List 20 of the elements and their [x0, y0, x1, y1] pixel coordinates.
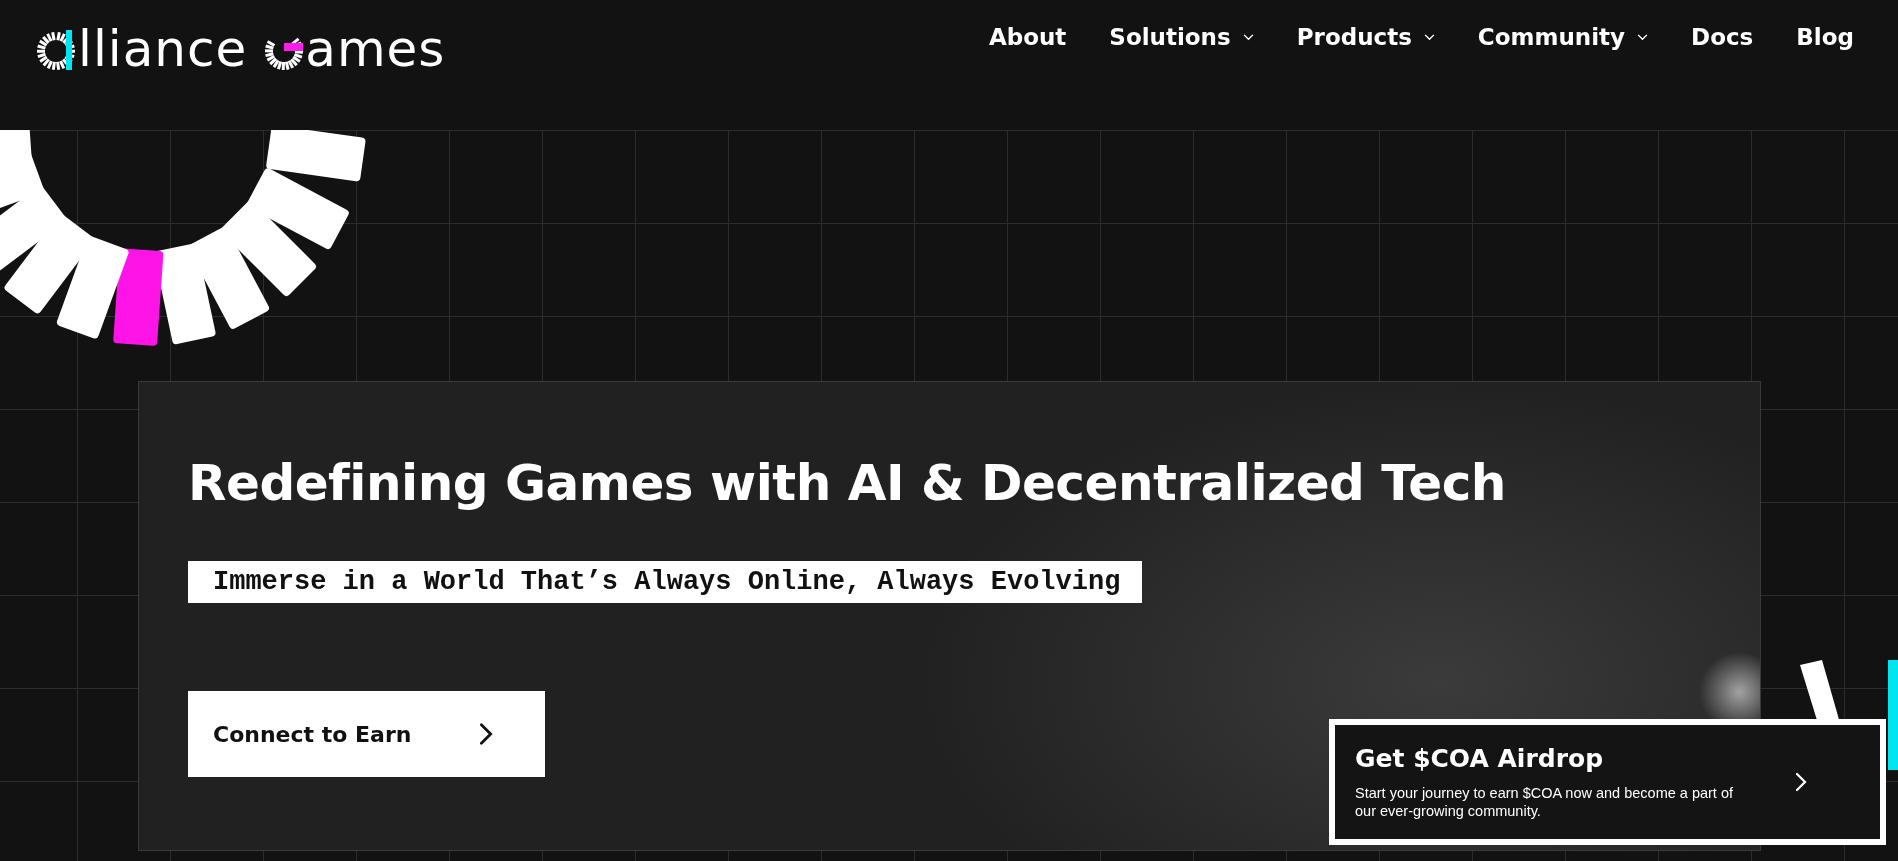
nav-link[interactable]: Community [1477, 24, 1649, 50]
nav-link[interactable]: Docs [1691, 24, 1754, 50]
nav-link[interactable]: Solutions [1109, 24, 1254, 50]
logo-mark-icon [36, 27, 78, 71]
nav-link[interactable]: Blog [1796, 24, 1854, 50]
nav-link[interactable]: About [988, 24, 1067, 50]
hero-title: Redefining Games with AI & Decentralized Tech [188, 454, 1506, 512]
chevron-down-icon [1423, 33, 1435, 41]
chevron-right-icon [1795, 772, 1807, 792]
airdrop-title: Get $COA Airdrop [1355, 744, 1605, 774]
airdrop-card[interactable]: Get $COA Airdrop Start your journey to earn $COA now and become a part of our ever-growing community. [1329, 719, 1886, 845]
chevron-down-icon [1637, 33, 1649, 41]
nav-link[interactable]: Products [1296, 24, 1435, 50]
chevron-right-icon [479, 722, 493, 746]
airdrop-text: Start your journey to earn $COA now and become a part of our ever-growing community. [1355, 785, 1735, 820]
connect-button[interactable]: Connect to Earn [188, 691, 545, 777]
logo-text: ames [305, 24, 446, 74]
logo-text: lliance [78, 24, 248, 74]
hero-subtitle: Immerse in a World That’s Always Online, Always Evolving [188, 561, 1143, 603]
chevron-down-icon [1242, 33, 1254, 41]
